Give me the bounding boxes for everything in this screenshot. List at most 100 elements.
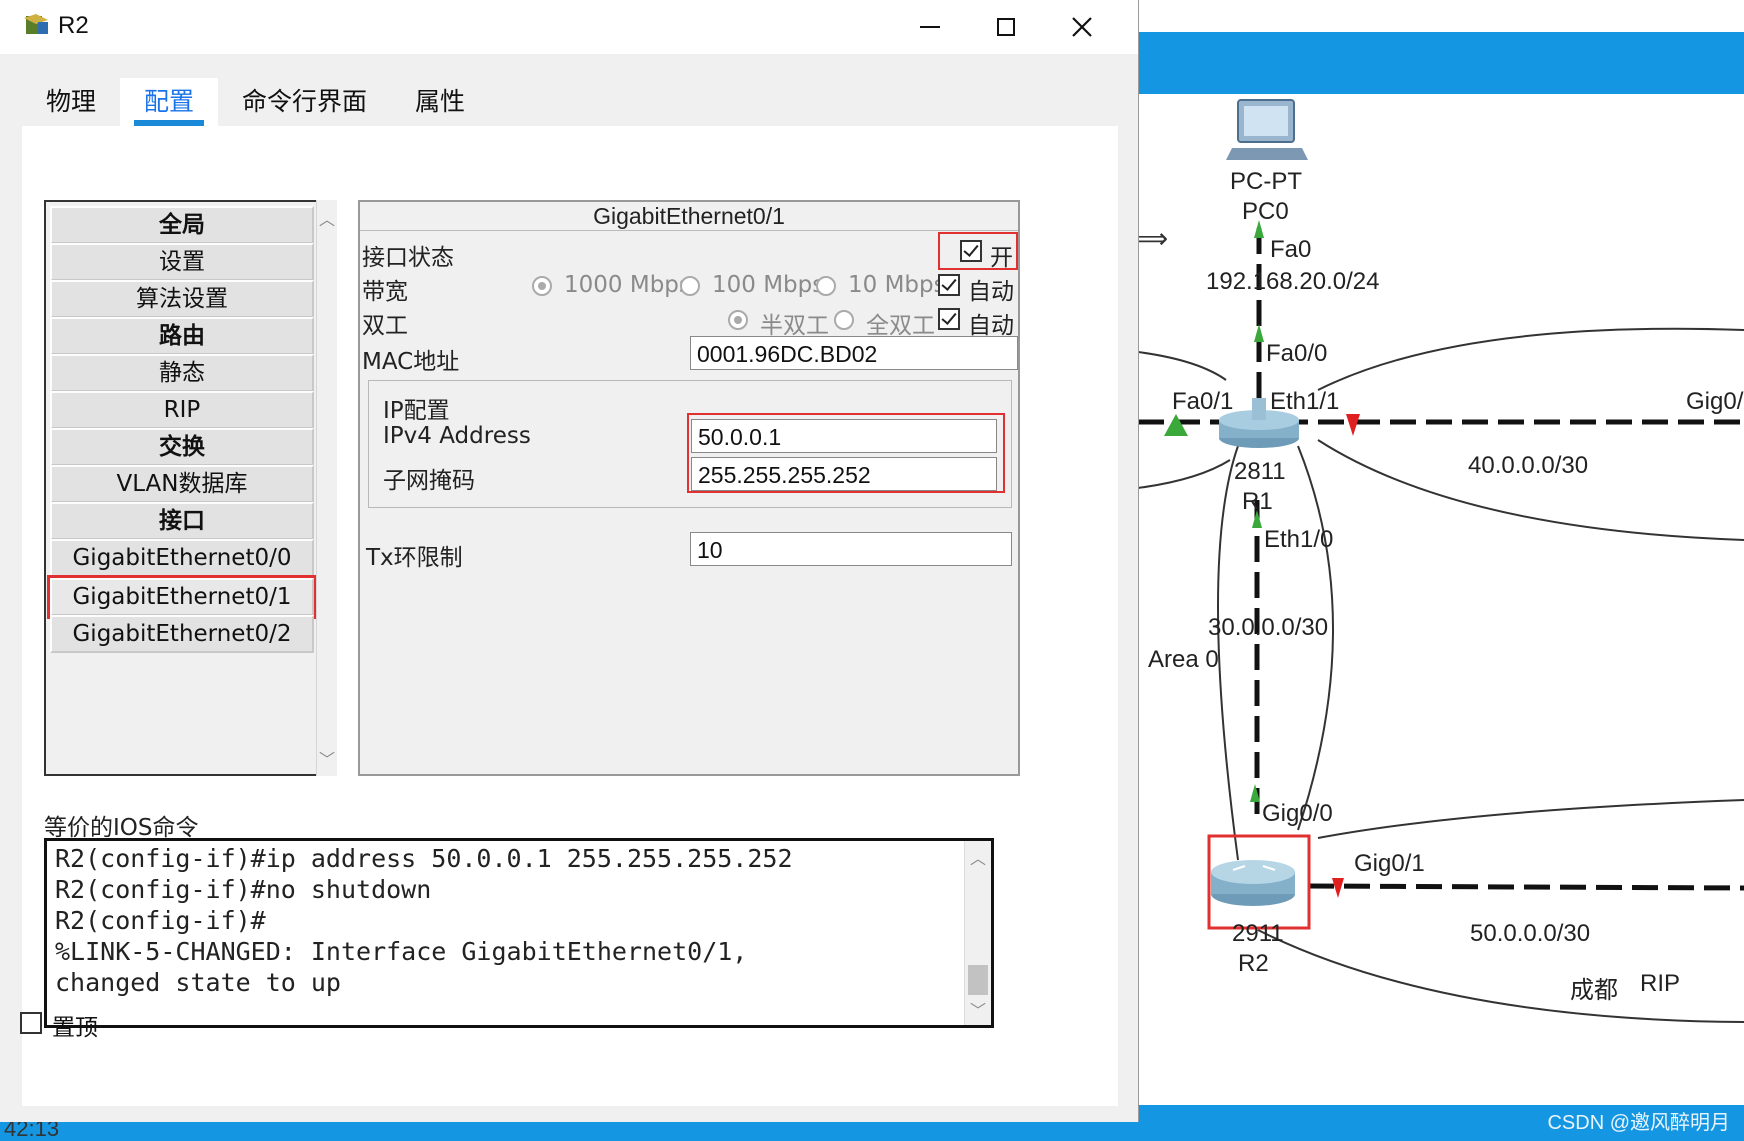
r2-gig01-label: Gig0/1 (1354, 850, 1425, 877)
sim-control-bar: 42:13 (0, 1122, 1138, 1141)
pc-name-label: PC0 (1242, 198, 1289, 225)
tab-config[interactable]: 配置 (120, 78, 219, 126)
pin-on-top-label: 置顶 (52, 1015, 98, 1041)
duplex-half-label: 半双工 (760, 313, 829, 339)
bw-auto-label: 自动 (968, 279, 1014, 305)
r1-fa01-label: Fa0/1 (1172, 388, 1234, 415)
close-icon (1072, 17, 1092, 37)
ip-config-group: IP配置 IPv4 Address 50.0.0.1 子网掩码 255.255.… (368, 380, 1012, 508)
ipv4-label: IPv4 Address (383, 423, 531, 449)
router-r2-icon[interactable] (1211, 860, 1295, 906)
nav-rip[interactable]: RIP (50, 391, 314, 429)
pc-icon[interactable] (1226, 99, 1308, 160)
r2-gig00-label: Gig0/0 (1262, 800, 1333, 827)
nav-vlan-db[interactable]: VLAN数据库 (50, 465, 314, 503)
ios-commands-box[interactable]: R2(config-if)#ip address 50.0.0.1 255.25… (44, 838, 994, 1028)
minimize-icon (920, 26, 940, 28)
nav-gig02[interactable]: GigabitEthernet0/2 (50, 615, 314, 653)
maximize-icon (997, 18, 1015, 36)
close-button[interactable] (1052, 6, 1112, 48)
interface-title: GigabitEthernet0/1 (360, 202, 1018, 231)
port-status-label: 接口状态 (362, 245, 454, 271)
duplex-full-label: 全双工 (866, 313, 935, 339)
nav-gig01[interactable]: GigabitEthernet0/1 (47, 575, 317, 619)
nav-interface[interactable]: 接口 (50, 502, 314, 540)
nav-switching[interactable]: 交换 (50, 428, 314, 466)
nav-static[interactable]: 静态 (50, 354, 314, 392)
tab-physical[interactable]: 物理 (22, 78, 121, 126)
nav-algorithm[interactable]: 算法设置 (50, 280, 314, 318)
router-config-icon (24, 14, 48, 34)
minimize-button[interactable] (900, 6, 960, 48)
r1-eth11-label: Eth1/1 (1270, 388, 1340, 415)
nav-scrollbar[interactable]: ︿ ﹀ (316, 200, 337, 776)
config-nav-list: 全局 设置 算法设置 路由 静态 RIP 交换 VLAN数据库 接口 Gigab… (44, 200, 318, 776)
nav-routing[interactable]: 路由 (50, 317, 314, 355)
area-label: Area 0 (1148, 646, 1219, 673)
ios-commands-label: 等价的IOS命令 (44, 815, 199, 841)
topology-bottom-band: CSDN @邀风醉明月 (1138, 1105, 1744, 1141)
bw-100-radio[interactable] (680, 276, 700, 296)
bw-100-label: 100 Mbps (712, 272, 825, 298)
bw-1000-label: 1000 Mbps (564, 272, 691, 298)
ios-scroll-thumb[interactable] (968, 965, 988, 995)
window-content: 物理 配置 命令行界面 属性 全局 设置 算法设置 路由 静态 RIP 交换 V… (0, 54, 1138, 1122)
tx-ring-label: Tx环限制 (366, 545, 463, 571)
net-40-label: 40.0.0.0/30 (1468, 452, 1589, 479)
r2-model-label: 2911 (1232, 920, 1284, 947)
bw-10-label: 10 Mbps (848, 272, 946, 298)
chevron-down-icon[interactable]: ﹀ (317, 746, 337, 770)
tab-attributes[interactable]: 属性 (391, 78, 490, 126)
mac-field[interactable]: 0001.96DC.BD02 (690, 336, 1018, 370)
port-status-checkbox[interactable] (960, 240, 982, 262)
r1-eth10-label: Eth1/0 (1264, 526, 1334, 553)
city-label: 成都 (1570, 977, 1618, 1004)
gig0-right-label: Gig0/ (1686, 388, 1744, 415)
device-config-window: R2 物理 配置 命令行界面 属性 全局 设置 算法设置 路由 静态 RIP 交… (0, 0, 1139, 1122)
net-50-label: 50.0.0.0/30 (1470, 920, 1591, 947)
chevron-up-icon[interactable]: ︿ (965, 845, 991, 869)
interface-config-box: GigabitEthernet0/1 接口状态 开 带宽 1000 Mbps 1… (358, 200, 1020, 776)
tx-ring-field[interactable]: 10 (690, 532, 1012, 566)
port-status-on-label: 开 (990, 245, 1013, 271)
r1-fa00-label: Fa0/0 (1266, 340, 1328, 367)
pin-on-top-checkbox[interactable] (20, 1012, 42, 1034)
duplex-half-radio[interactable] (728, 310, 748, 330)
topology-workspace[interactable]: ⟺ PC-PT PC0 Fa0 192.168.20.0/24 Fa0/0 Fa… (1138, 0, 1744, 1141)
maximize-button[interactable] (976, 6, 1036, 48)
watermark: CSDN @邀风醉明月 (1547, 1112, 1730, 1134)
title-bar[interactable]: R2 (0, 0, 1138, 54)
resize-arrow-icon: ⟺ (1138, 222, 1169, 255)
bw-auto-checkbox[interactable] (938, 274, 960, 296)
duplex-label: 双工 (362, 313, 408, 339)
bw-10-radio[interactable] (816, 276, 836, 296)
bandwidth-label: 带宽 (362, 279, 408, 305)
duplex-full-radio[interactable] (834, 310, 854, 330)
ipv4-field[interactable]: 50.0.0.1 (691, 419, 997, 453)
tab-bar: 物理 配置 命令行界面 属性 (22, 78, 490, 126)
config-panel: 全局 设置 算法设置 路由 静态 RIP 交换 VLAN数据库 接口 Gigab… (22, 126, 1118, 1106)
chevron-up-icon[interactable]: ︿ (317, 206, 337, 230)
subnet-mask-field[interactable]: 255.255.255.252 (691, 457, 997, 491)
net-pc-label: 192.168.20.0/24 (1206, 268, 1380, 295)
duplex-auto-checkbox[interactable] (938, 308, 960, 330)
r2-name-label: R2 (1238, 950, 1269, 977)
pc-model-label: PC-PT (1230, 168, 1302, 195)
ip-config-label: IP配置 (383, 398, 450, 424)
duplex-auto-label: 自动 (968, 313, 1014, 339)
nav-settings[interactable]: 设置 (50, 243, 314, 281)
nav-global[interactable]: 全局 (50, 206, 314, 244)
chevron-down-icon[interactable]: ﹀ (965, 997, 991, 1021)
pc-port-label: Fa0 (1270, 236, 1312, 263)
sim-time: 42:13 (4, 1122, 60, 1141)
ios-scrollbar[interactable]: ︿ ﹀ (964, 841, 991, 1025)
subnet-mask-label: 子网掩码 (383, 468, 475, 494)
mac-label: MAC地址 (362, 349, 460, 375)
window-title: R2 (58, 12, 89, 39)
r1-model-label: 2811 (1234, 458, 1286, 485)
net-30-label: 30.0.0.0/30 (1208, 614, 1329, 641)
bw-1000-radio[interactable] (532, 276, 552, 296)
nav-gig00[interactable]: GigabitEthernet0/0 (50, 539, 314, 577)
tab-cli[interactable]: 命令行界面 (218, 78, 392, 126)
proto-label: RIP (1640, 970, 1681, 997)
